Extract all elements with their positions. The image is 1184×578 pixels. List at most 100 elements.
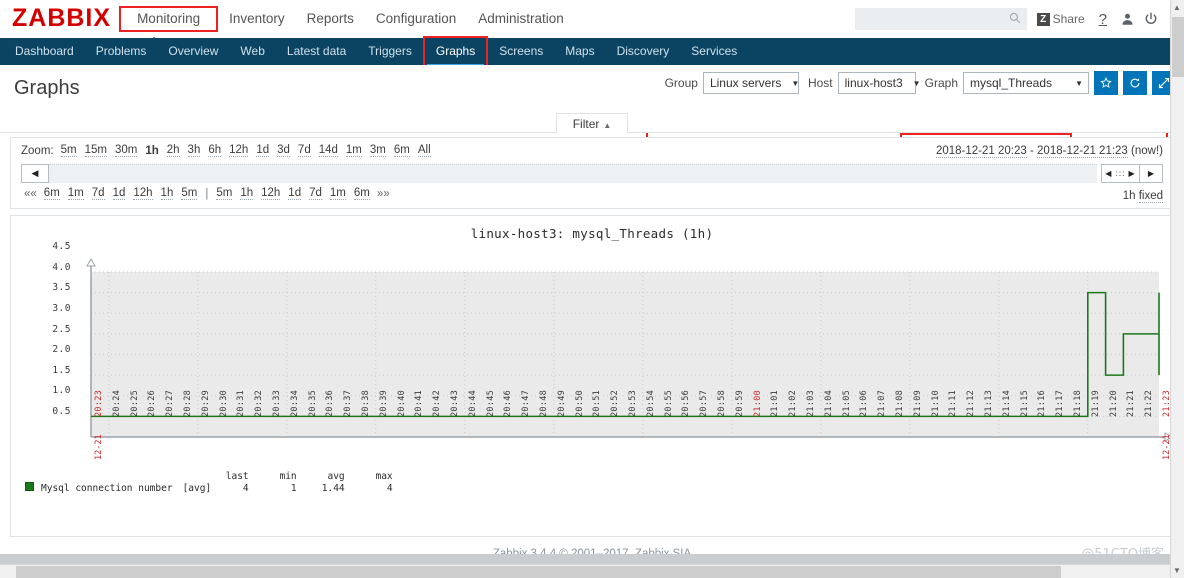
step-fwd-5m[interactable]: 5m: [216, 187, 233, 200]
zoom-option-3h[interactable]: 3h: [187, 144, 201, 157]
submenu-item-dashboard[interactable]: Dashboard: [4, 38, 85, 65]
main-menu-item-configuration[interactable]: Configuration: [365, 0, 467, 38]
zoom-option-5m[interactable]: 5m: [60, 144, 77, 157]
vertical-scrollbar[interactable]: ▲ ▼: [1170, 0, 1184, 578]
scroll-down-arrow-icon[interactable]: ▼: [1173, 566, 1181, 575]
legend-max-value: 4: [386, 482, 393, 494]
legend-color-swatch: [25, 482, 34, 491]
step-fwd-7d[interactable]: 7d: [309, 187, 322, 200]
submenu-item-discovery[interactable]: Discovery: [606, 38, 681, 65]
x-axis-tick: 21:08: [895, 389, 905, 417]
range-to[interactable]: 2018-12-21 21:23: [1037, 144, 1128, 158]
submenu-item-overview[interactable]: Overview: [157, 38, 229, 65]
submenu-item-graphs[interactable]: Graphs: [422, 36, 489, 67]
zoom-option-7d[interactable]: 7d: [297, 144, 311, 157]
legend-avg-value: 1.44: [321, 482, 345, 494]
zoom-option-15m[interactable]: 15m: [84, 144, 107, 157]
step-fwd-12h[interactable]: 12h: [261, 187, 281, 200]
zoom-label: Zoom:: [21, 144, 54, 157]
search-input[interactable]: [855, 9, 1026, 29]
search-box[interactable]: [854, 8, 1027, 30]
period-fixed-row: 1h fixed: [1123, 190, 1163, 203]
fixed-toggle[interactable]: fixed: [1138, 190, 1163, 203]
zoom-option-1d[interactable]: 1d: [256, 144, 270, 157]
submenu-item-web[interactable]: Web: [229, 38, 275, 65]
filter-tab[interactable]: Filter ▲: [555, 113, 629, 133]
jump-start-link[interactable]: ««: [24, 188, 37, 200]
host-select[interactable]: linux-host3 ▼: [837, 72, 921, 94]
zoom-option-6m[interactable]: 6m: [393, 144, 410, 157]
zoom-option-3m[interactable]: 3m: [369, 144, 386, 157]
submenu-label: Graphs: [435, 44, 476, 58]
step-back-7d[interactable]: 7d: [91, 187, 105, 200]
step-back-1m[interactable]: 1m: [67, 187, 84, 200]
step-back-12h[interactable]: 12h: [133, 187, 153, 200]
step-back-1d[interactable]: 1d: [112, 187, 126, 200]
step-separator: |: [205, 187, 209, 200]
x-axis-tick: 21:02: [788, 389, 799, 417]
watermark: @51CTO博客: [1081, 547, 1164, 562]
zoom-option-30m[interactable]: 30m: [114, 144, 138, 157]
scroll-up-arrow-icon[interactable]: ▲: [1173, 3, 1181, 12]
submenu-item-maps[interactable]: Maps: [554, 38, 605, 65]
favorite-star-button[interactable]: [1094, 71, 1118, 95]
zoom-option-all[interactable]: All: [417, 144, 431, 157]
zoom-option-6h[interactable]: 6h: [208, 144, 222, 157]
zabbix-badge-icon: Z: [1036, 12, 1050, 26]
legend-header-min: min: [279, 471, 297, 482]
x-axis-tick: 21:12: [966, 389, 977, 417]
main-menu-item-reports[interactable]: Reports: [296, 0, 365, 38]
zoom-option-12h[interactable]: 12h: [229, 144, 249, 157]
scroll-right-button[interactable]: ▶: [1139, 163, 1163, 183]
main-menu-item-monitoring[interactable]: Monitoring: [119, 6, 219, 32]
submenu-item-screens[interactable]: Screens: [488, 38, 554, 65]
graph-label: Graph: [924, 76, 958, 90]
jump-end-link[interactable]: »»: [377, 188, 390, 200]
zoom-row: Zoom: 5m 15m 30m 1h 2h 3h 6h 12h 1d 3d 7…: [21, 144, 1163, 158]
step-fwd-1m[interactable]: 1m: [329, 187, 346, 200]
slider-handle-icon: ◀ ::: ▶: [1105, 168, 1136, 178]
submenu-item-services[interactable]: Services: [680, 38, 748, 65]
slider-handle-button[interactable]: ◀ ::: ▶: [1101, 163, 1139, 183]
horizontal-scroll-thumb[interactable]: [16, 566, 1061, 578]
time-range-text: 2018-12-21 20:23 - 2018-12-21 21:23 (now…: [935, 144, 1163, 158]
submenu-item-latest-data[interactable]: Latest data: [276, 38, 357, 65]
step-back-5m[interactable]: 5m: [181, 187, 198, 200]
zabbix-logo[interactable]: ZABBIX: [0, 5, 119, 31]
step-fwd-1h[interactable]: 1h: [240, 187, 254, 200]
legend-aggregate-and-last: [avg] 4: [183, 482, 249, 494]
horizontal-scrollbar[interactable]: [0, 564, 1170, 578]
legend-series-name: Mysql connection number: [41, 482, 173, 494]
zoom-option-3d[interactable]: 3d: [277, 144, 290, 157]
group-select[interactable]: Linux servers ▼: [702, 72, 799, 94]
user-profile-icon[interactable]: [1121, 12, 1134, 26]
refresh-button[interactable]: [1123, 71, 1147, 95]
zoom-option-1m[interactable]: 1m: [345, 144, 362, 157]
main-menu-item-administration[interactable]: Administration: [467, 0, 575, 38]
share-button[interactable]: Z Share: [1036, 12, 1085, 26]
range-from[interactable]: 2018-12-21 20:23: [935, 144, 1027, 158]
vertical-scroll-thumb[interactable]: [1172, 17, 1184, 77]
zoom-option-2h[interactable]: 2h: [166, 144, 180, 157]
help-icon[interactable]: ?: [1095, 11, 1111, 28]
zoom-option-14d[interactable]: 14d: [318, 144, 338, 157]
sign-out-icon[interactable]: [1144, 12, 1158, 26]
graph-select[interactable]: mysql_Threads ▼: [963, 72, 1089, 94]
y-axis-tick: 2.5: [52, 323, 71, 335]
step-fwd-1d[interactable]: 1d: [288, 187, 302, 200]
chevron-down-icon: ▼: [1075, 78, 1083, 88]
zoom-option-1h[interactable]: 1h: [145, 145, 158, 157]
main-menu-item-inventory[interactable]: Inventory: [218, 0, 296, 38]
submenu-item-triggers[interactable]: Triggers: [357, 38, 423, 65]
legend-spacer2: [41, 471, 183, 482]
step-fwd-6m[interactable]: 6m: [353, 187, 370, 200]
legend-header-last: last: [225, 471, 249, 482]
x-axis-tick: 20:40: [396, 389, 407, 417]
step-back-6m[interactable]: 6m: [43, 187, 60, 200]
time-slider-track[interactable]: [49, 163, 1097, 183]
submenu-item-problems[interactable]: Problems: [85, 38, 158, 65]
x-axis-tick: 21:09: [912, 389, 923, 417]
scroll-left-button[interactable]: ◀: [21, 163, 49, 183]
range-dash: -: [1029, 144, 1034, 157]
step-back-1h[interactable]: 1h: [160, 187, 174, 200]
